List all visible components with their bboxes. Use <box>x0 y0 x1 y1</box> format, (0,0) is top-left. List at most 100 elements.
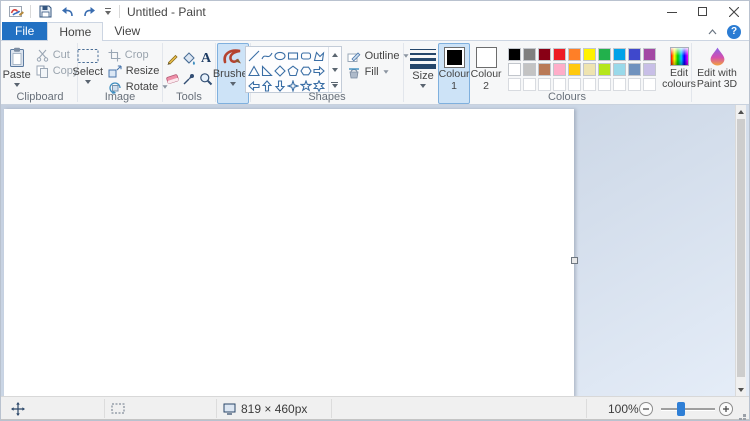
canvas-resize-handle[interactable] <box>571 257 578 264</box>
text-tool-icon[interactable]: A <box>201 51 211 67</box>
palette-swatch-empty[interactable] <box>583 78 596 91</box>
palette-swatch[interactable] <box>643 63 656 76</box>
shapes-scroll-up-icon[interactable] <box>329 47 341 62</box>
shape-hexagon-icon[interactable] <box>300 65 312 77</box>
shape-four-point-star-icon[interactable] <box>287 80 299 92</box>
shape-left-arrow-icon[interactable] <box>248 80 260 92</box>
resize-icon <box>108 65 122 78</box>
collapse-ribbon-icon[interactable] <box>708 29 717 35</box>
palette-swatch-empty[interactable] <box>643 78 656 91</box>
image-group: Select Crop Resize <box>78 41 162 104</box>
shape-curve-icon[interactable] <box>261 50 273 62</box>
window-resize-grip[interactable] <box>743 414 746 417</box>
size-button[interactable]: Size <box>407 43 439 104</box>
shape-rectangle-icon[interactable] <box>287 50 299 62</box>
scroll-up-icon[interactable] <box>736 105 746 118</box>
maximize-icon[interactable] <box>687 1 718 22</box>
palette-swatch[interactable] <box>598 48 611 61</box>
eraser-tool-icon[interactable] <box>165 73 180 85</box>
shape-five-point-star-icon[interactable] <box>300 80 312 92</box>
shape-rounded-rectangle-icon[interactable] <box>300 50 312 62</box>
select-label: Select <box>73 66 104 78</box>
tab-home[interactable]: Home <box>47 22 103 41</box>
shape-six-point-star-icon[interactable] <box>313 80 325 92</box>
close-icon[interactable] <box>718 1 749 22</box>
tab-view[interactable]: View <box>103 22 151 40</box>
fill-tool-icon[interactable] <box>182 52 196 66</box>
colour1-swatch <box>444 47 465 68</box>
palette-swatch-empty[interactable] <box>598 78 611 91</box>
palette-swatch[interactable] <box>613 48 626 61</box>
palette-swatch-empty[interactable] <box>523 78 536 91</box>
shape-diamond-icon[interactable] <box>274 65 286 77</box>
tab-file[interactable]: File <box>2 22 47 40</box>
shapes-scroll-down-icon[interactable] <box>329 62 341 77</box>
size-group: Size <box>404 41 442 104</box>
undo-icon[interactable] <box>59 4 75 20</box>
palette-swatch[interactable] <box>523 48 536 61</box>
palette-swatch[interactable] <box>598 63 611 76</box>
palette-swatch[interactable] <box>508 63 521 76</box>
app-logo-icon <box>8 4 24 20</box>
vertical-scrollbar[interactable] <box>735 105 746 396</box>
outline-button[interactable]: Outline <box>347 48 410 64</box>
paint3d-icon <box>710 47 725 66</box>
palette-swatch[interactable] <box>613 63 626 76</box>
palette-swatch[interactable] <box>538 63 551 76</box>
palette-swatch-empty[interactable] <box>628 78 641 91</box>
redo-icon[interactable] <box>81 4 97 20</box>
colour2-swatch <box>476 47 497 68</box>
shape-oval-icon[interactable] <box>274 50 286 62</box>
palette-swatch[interactable] <box>583 48 596 61</box>
palette-swatch-empty[interactable] <box>613 78 626 91</box>
window-title: Untitled - Paint <box>127 5 206 19</box>
colour-picker-tool-icon[interactable] <box>182 72 196 86</box>
palette-swatch[interactable] <box>508 48 521 61</box>
palette-swatch[interactable] <box>628 48 641 61</box>
palette-swatch[interactable] <box>553 48 566 61</box>
select-icon <box>77 47 99 65</box>
save-icon[interactable] <box>37 4 53 20</box>
palette-swatch-empty[interactable] <box>568 78 581 91</box>
customize-quick-access-icon[interactable] <box>103 8 113 15</box>
edit-with-paint3d-button[interactable]: Edit with Paint 3D <box>692 43 742 104</box>
help-icon[interactable]: ? <box>727 25 741 39</box>
minimize-icon[interactable] <box>656 1 687 22</box>
copy-icon <box>36 65 49 78</box>
palette-swatch[interactable] <box>583 63 596 76</box>
palette-swatch[interactable] <box>568 63 581 76</box>
zoom-slider-thumb[interactable] <box>677 402 685 416</box>
colour1-label-line1: Colour <box>439 69 470 80</box>
shape-right-arrow-icon[interactable] <box>313 65 325 77</box>
palette-swatch[interactable] <box>628 63 641 76</box>
resize-button[interactable]: Resize <box>108 63 168 79</box>
scrollbar-thumb[interactable] <box>737 119 745 377</box>
shape-right-triangle-icon[interactable] <box>261 65 273 77</box>
palette-swatch[interactable] <box>643 48 656 61</box>
shape-pentagon-icon[interactable] <box>287 65 299 77</box>
image-size-icon <box>223 397 236 420</box>
palette-swatch[interactable] <box>553 63 566 76</box>
scroll-down-icon[interactable] <box>736 383 746 396</box>
palette-swatch[interactable] <box>523 63 536 76</box>
palette-swatch-empty[interactable] <box>538 78 551 91</box>
palette-swatch[interactable] <box>538 48 551 61</box>
fill-button[interactable]: Fill <box>347 64 410 80</box>
shape-down-arrow-icon[interactable] <box>274 80 286 92</box>
palette-swatch[interactable] <box>568 48 581 61</box>
crop-button[interactable]: Crop <box>108 47 168 63</box>
zoom-slider-track[interactable] <box>661 408 715 410</box>
cursor-position-icon <box>11 397 25 420</box>
zoom-out-button[interactable] <box>639 397 653 420</box>
palette-swatch-empty[interactable] <box>553 78 566 91</box>
zoom-in-button[interactable] <box>719 397 733 420</box>
pencil-tool-icon[interactable] <box>165 52 179 66</box>
palette-swatch-empty[interactable] <box>508 78 521 91</box>
shape-line-icon[interactable] <box>248 50 260 62</box>
magnifier-tool-icon[interactable] <box>199 72 213 86</box>
shapes-more-icon[interactable] <box>329 77 341 92</box>
shape-up-arrow-icon[interactable] <box>261 80 273 92</box>
shape-polygon-icon[interactable] <box>313 50 325 62</box>
shape-triangle-icon[interactable] <box>248 65 260 77</box>
drawing-canvas[interactable] <box>4 109 574 398</box>
